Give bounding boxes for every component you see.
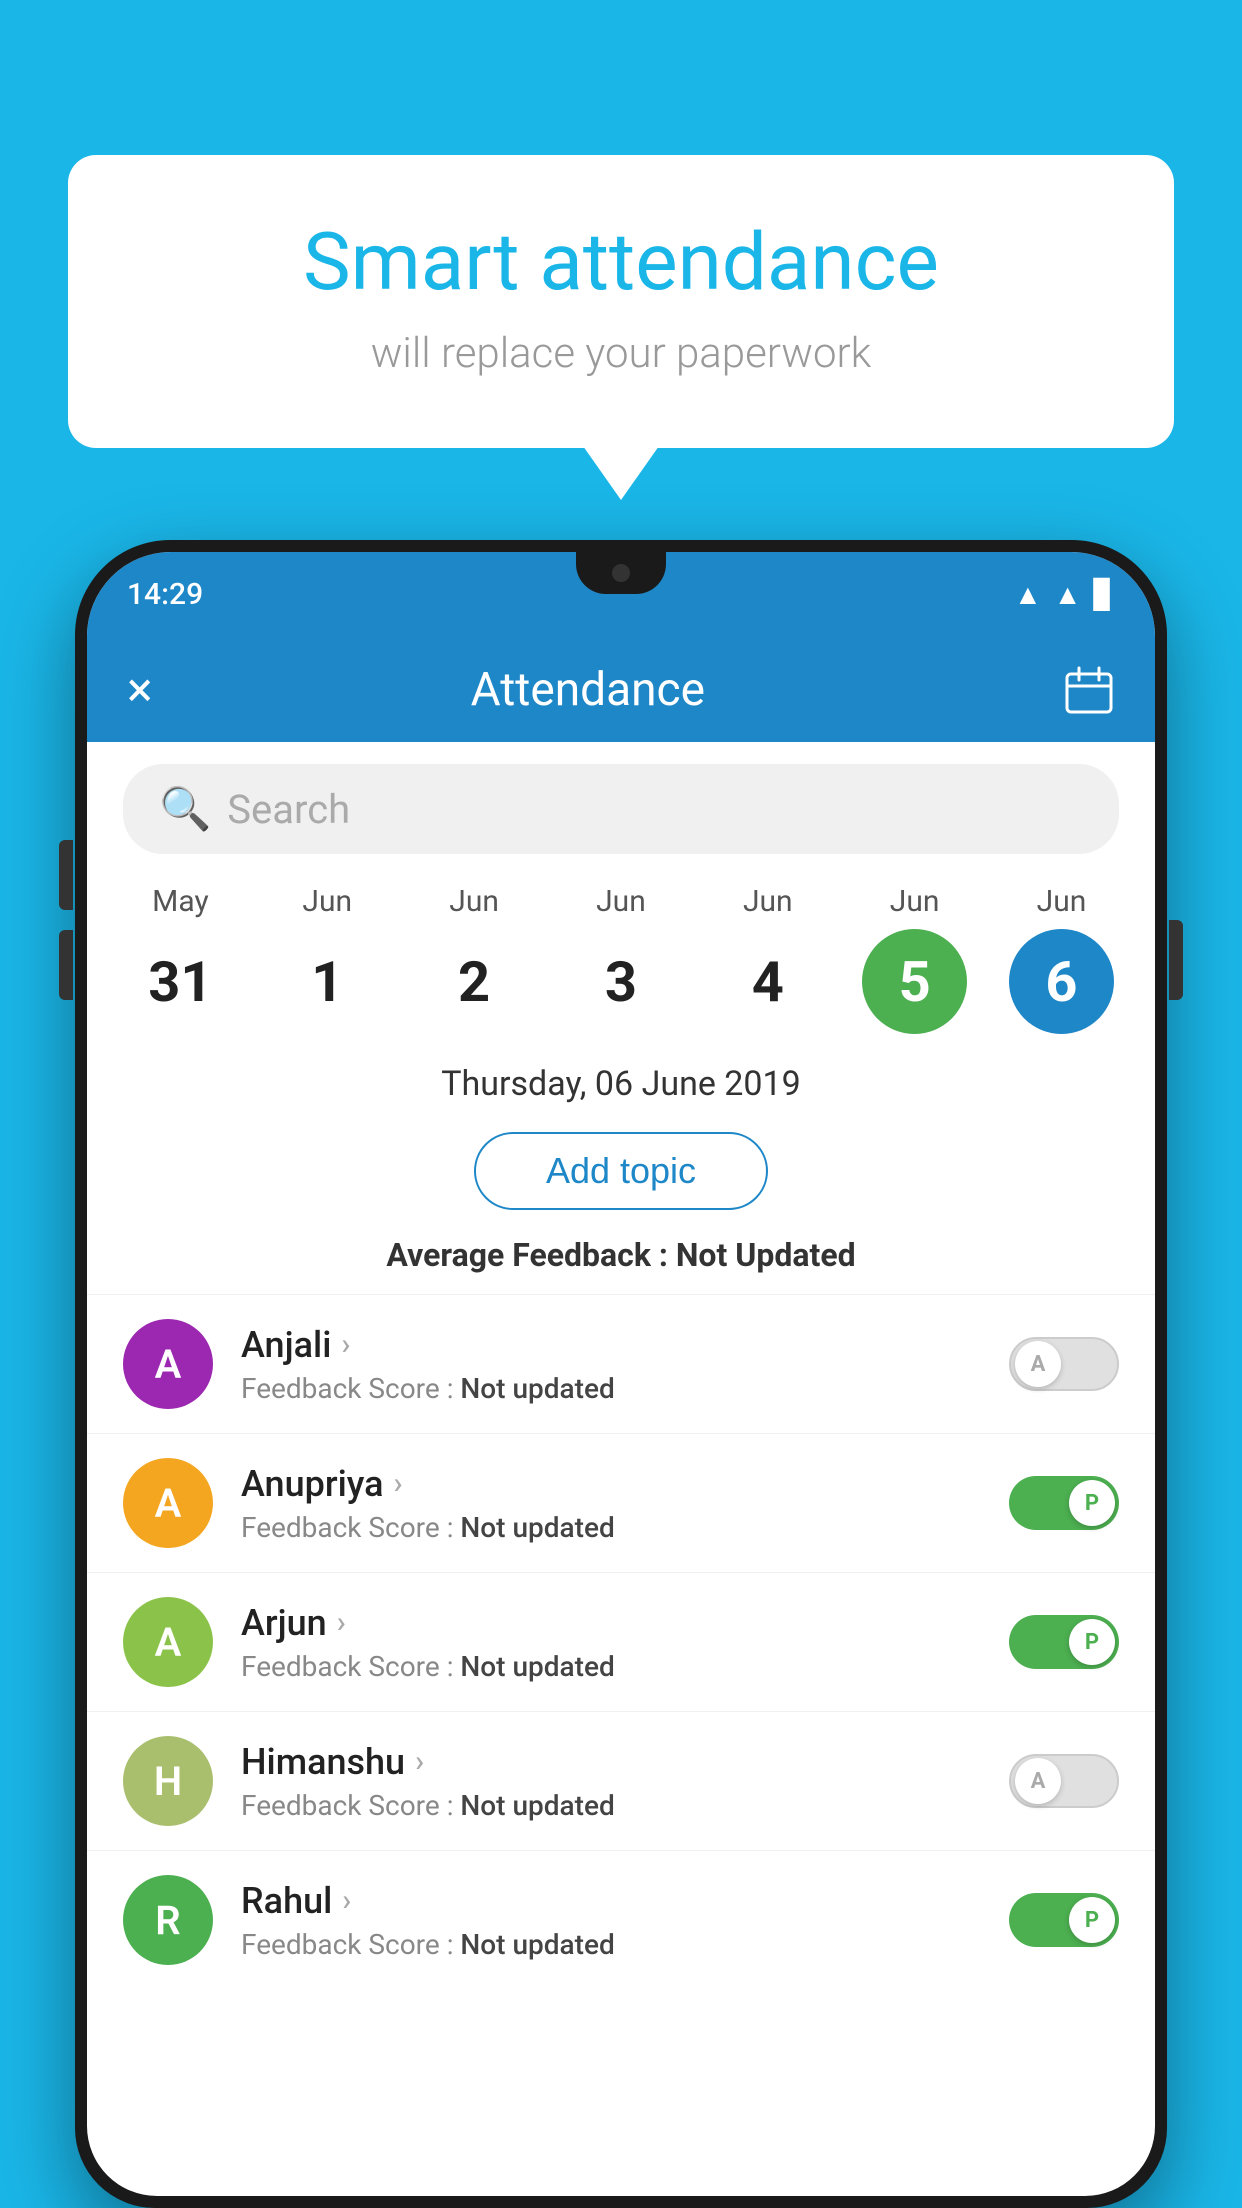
avatar: A <box>123 1458 213 1548</box>
search-container: 🔍 Search <box>87 742 1155 864</box>
chevron-right-icon: › <box>342 1883 351 1918</box>
cal-date-label: 4 <box>715 929 820 1034</box>
cal-date-label: 31 <box>128 929 233 1034</box>
student-name: Anjali › <box>241 1324 981 1366</box>
avg-feedback-value: Not Updated <box>676 1236 856 1274</box>
student-item[interactable]: A Arjun › Feedback Score : Not updated P <box>87 1572 1155 1711</box>
cal-date-label: 6 <box>1009 929 1114 1034</box>
date-info: Thursday, 06 June 2019 <box>87 1044 1155 1114</box>
student-name: Himanshu › <box>241 1741 981 1783</box>
calendar-day[interactable]: Jun 3 <box>556 884 686 1034</box>
attendance-toggle[interactable]: P <box>1009 1893 1119 1947</box>
student-item[interactable]: R Rahul › Feedback Score : Not updated P <box>87 1850 1155 1989</box>
student-info: Anjali › Feedback Score : Not updated <box>241 1324 981 1405</box>
avg-feedback-label: Average Feedback : <box>386 1236 675 1274</box>
toggle-knob: P <box>1069 1480 1115 1526</box>
signal-icon: ▲ <box>1054 578 1082 611</box>
student-name: Rahul › <box>241 1880 981 1922</box>
volume-down-button <box>59 930 73 1000</box>
attendance-toggle[interactable]: A <box>1009 1754 1119 1808</box>
cal-month-label: May <box>152 884 208 919</box>
volume-up-button <box>59 840 73 910</box>
phone-notch <box>576 552 666 594</box>
cal-date-label: 3 <box>568 929 673 1034</box>
camera <box>612 564 630 582</box>
average-feedback: Average Feedback : Not Updated <box>87 1228 1155 1294</box>
avatar: A <box>123 1319 213 1409</box>
status-bar: 14:29 ▲ ▲ ▊ <box>87 552 1155 637</box>
feedback-value: Not updated <box>460 1789 614 1822</box>
student-info: Arjun › Feedback Score : Not updated <box>241 1602 981 1683</box>
feedback-score: Feedback Score : Not updated <box>241 1650 981 1683</box>
speech-bubble: Smart attendance will replace your paper… <box>68 155 1174 448</box>
feedback-score: Feedback Score : Not updated <box>241 1928 981 1961</box>
add-topic-container: Add topic <box>87 1114 1155 1228</box>
student-list: AAnjali ›Feedback Score : Not updatedAAA… <box>87 1294 1155 1989</box>
calendar-day[interactable]: Jun 4 <box>703 884 833 1034</box>
student-name: Anupriya › <box>241 1463 981 1505</box>
calendar-strip: May 31 Jun 1 Jun 2 Jun 3 Jun 4 Jun 5 Jun 6 <box>87 864 1155 1044</box>
search-input[interactable]: Search <box>227 786 350 833</box>
toggle-knob: P <box>1069 1619 1115 1665</box>
feedback-value: Not updated <box>460 1650 614 1683</box>
student-item[interactable]: H Himanshu › Feedback Score : Not updated A <box>87 1711 1155 1850</box>
calendar-icon[interactable] <box>1063 664 1115 716</box>
search-icon: 🔍 <box>159 785 211 834</box>
attendance-toggle[interactable]: A <box>1009 1337 1119 1391</box>
cal-date-label: 5 <box>862 929 967 1034</box>
cal-month-label: Jun <box>1037 884 1087 919</box>
cal-month-label: Jun <box>890 884 940 919</box>
speech-bubble-title: Smart attendance <box>148 215 1094 309</box>
avatar: H <box>123 1736 213 1826</box>
chevron-right-icon: › <box>337 1605 346 1640</box>
calendar-day[interactable]: Jun 6 <box>996 884 1126 1034</box>
app-bar: × Attendance <box>87 637 1155 742</box>
feedback-value: Not updated <box>460 1372 614 1405</box>
wifi-icon: ▲ <box>1014 578 1042 611</box>
status-time: 14:29 <box>127 577 203 612</box>
calendar-day[interactable]: Jun 5 <box>850 884 980 1034</box>
feedback-score: Feedback Score : Not updated <box>241 1511 981 1544</box>
speech-bubble-subtitle: will replace your paperwork <box>148 329 1094 378</box>
feedback-score: Feedback Score : Not updated <box>241 1789 981 1822</box>
calendar-day[interactable]: Jun 2 <box>409 884 539 1034</box>
app-bar-title: Attendance <box>113 663 1063 717</box>
feedback-value: Not updated <box>460 1928 614 1961</box>
student-info: Anupriya › Feedback Score : Not updated <box>241 1463 981 1544</box>
selected-date-text: Thursday, 06 June 2019 <box>441 1064 801 1104</box>
student-info: Rahul › Feedback Score : Not updated <box>241 1880 981 1961</box>
avatar: R <box>123 1875 213 1965</box>
calendar-day[interactable]: May 31 <box>115 884 245 1034</box>
chevron-right-icon: › <box>415 1744 424 1779</box>
phone-frame: 14:29 ▲ ▲ ▊ × Attendance 🔍 <box>75 540 1167 2208</box>
search-bar[interactable]: 🔍 Search <box>123 764 1119 854</box>
cal-date-label: 2 <box>422 929 527 1034</box>
avatar: A <box>123 1597 213 1687</box>
power-button <box>1169 920 1183 1000</box>
toggle-knob: A <box>1015 1758 1061 1804</box>
cal-date-label: 1 <box>275 929 380 1034</box>
toggle-knob: A <box>1015 1341 1061 1387</box>
chevron-right-icon: › <box>341 1327 350 1362</box>
attendance-toggle[interactable]: P <box>1009 1476 1119 1530</box>
status-icons: ▲ ▲ ▊ <box>1014 578 1115 611</box>
toggle-knob: P <box>1069 1897 1115 1943</box>
feedback-score: Feedback Score : Not updated <box>241 1372 981 1405</box>
cal-month-label: Jun <box>743 884 793 919</box>
calendar-day[interactable]: Jun 1 <box>262 884 392 1034</box>
student-name: Arjun › <box>241 1602 981 1644</box>
cal-month-label: Jun <box>449 884 499 919</box>
student-item[interactable]: A Anupriya › Feedback Score : Not updated P <box>87 1433 1155 1572</box>
add-topic-button[interactable]: Add topic <box>474 1132 768 1210</box>
chevron-right-icon: › <box>394 1466 403 1501</box>
cal-month-label: Jun <box>302 884 352 919</box>
student-info: Himanshu › Feedback Score : Not updated <box>241 1741 981 1822</box>
phone-screen: 14:29 ▲ ▲ ▊ × Attendance 🔍 <box>87 552 1155 2196</box>
attendance-toggle[interactable]: P <box>1009 1615 1119 1669</box>
speech-bubble-container: Smart attendance will replace your paper… <box>68 155 1174 448</box>
student-item[interactable]: A Anjali › Feedback Score : Not updated A <box>87 1294 1155 1433</box>
cal-month-label: Jun <box>596 884 646 919</box>
feedback-value: Not updated <box>460 1511 614 1544</box>
battery-icon: ▊ <box>1093 578 1115 611</box>
